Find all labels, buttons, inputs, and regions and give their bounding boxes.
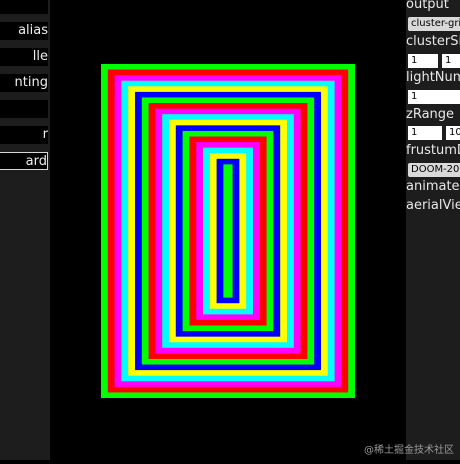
left-button-antialias[interactable]: alias — [0, 22, 48, 40]
watermark: @稀土掘金技术社区 — [364, 445, 454, 456]
z-range-max-input[interactable]: 10 — [446, 126, 460, 140]
right-control-panel: output cluster-grid clusterSize 1 1 ligh… — [406, 0, 460, 460]
z-range-label: zRange — [406, 107, 455, 122]
frustum-label: frustumDe — [406, 143, 460, 158]
left-button-0[interactable] — [0, 0, 48, 14]
cluster-size-x-input[interactable]: 1 — [408, 54, 438, 68]
output-select[interactable]: cluster-grid — [408, 17, 460, 31]
left-button-ard[interactable]: ard — [0, 152, 48, 170]
left-control-panel: alias lle nting r ard — [0, 0, 50, 460]
animate-camera-toggle[interactable]: animateCa — [406, 179, 460, 194]
cluster-grid-visualization — [101, 64, 355, 398]
light-num-input[interactable]: 1 — [408, 90, 460, 104]
z-range-min-input[interactable]: 1 — [408, 126, 442, 140]
light-num-label: lightNum — [406, 70, 460, 85]
left-button-lle[interactable]: lle — [0, 48, 48, 66]
left-button-lighting[interactable]: nting — [0, 74, 48, 92]
cluster-ring-18 — [223, 164, 233, 298]
left-button-4[interactable] — [0, 100, 48, 118]
frustum-select[interactable]: DOOM-201 — [408, 163, 460, 177]
output-label: output — [406, 0, 449, 12]
cluster-size-label: clusterSize — [406, 34, 460, 49]
aerial-view-toggle[interactable]: aerialView — [406, 198, 460, 213]
render-canvas[interactable] — [50, 0, 406, 460]
left-button-r[interactable]: r — [0, 126, 48, 144]
cluster-size-y-input[interactable]: 1 — [442, 54, 460, 68]
